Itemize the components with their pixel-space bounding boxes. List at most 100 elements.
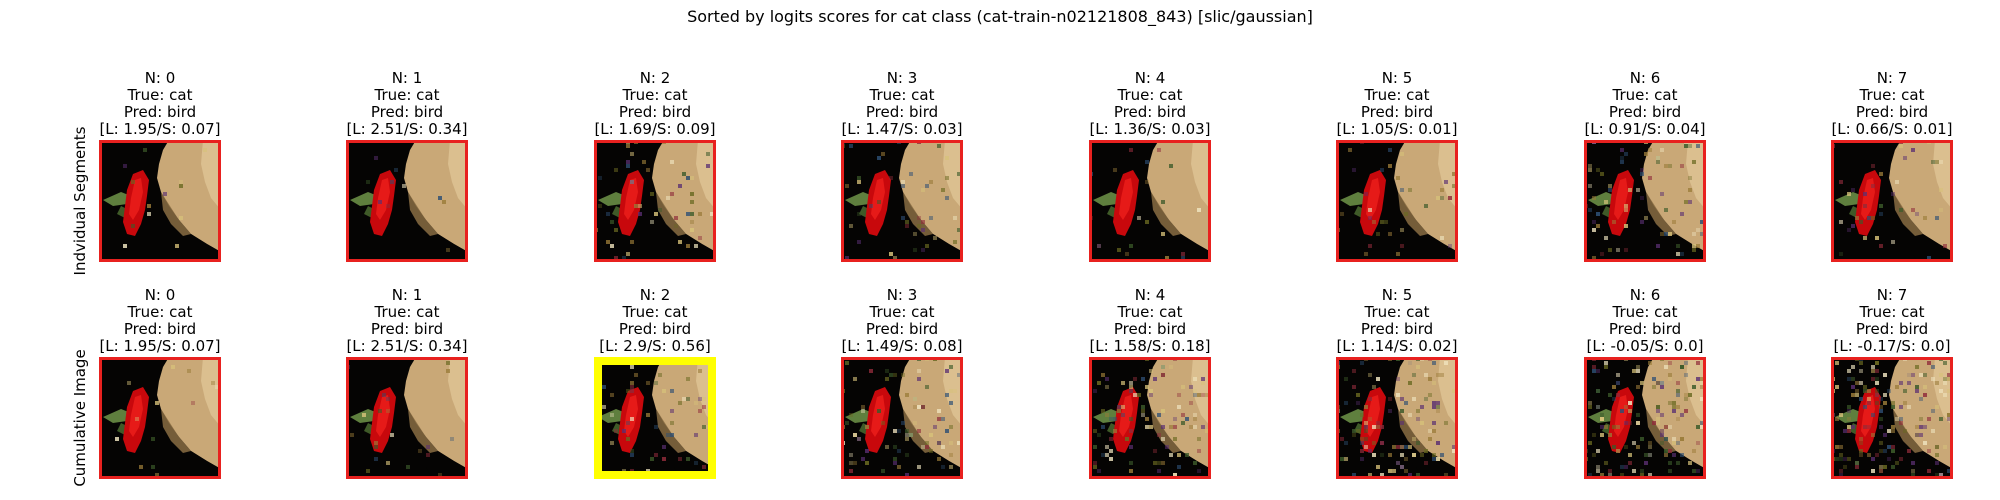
segment-thumbnail xyxy=(1089,357,1211,479)
panel-true-label: True: cat xyxy=(1611,86,1677,104)
panel-pred-label: Pred: bird xyxy=(124,103,196,121)
segment-thumbnail xyxy=(594,140,716,262)
panel-true-label: True: cat xyxy=(1116,86,1182,104)
row-label-individual-segments: Indvidual Segments xyxy=(71,126,89,275)
image-panel: N: 2True: catPred: bird[L: 2.9/S: 0.56] xyxy=(594,286,716,479)
panel-scores-label: [L: -0.05/S: 0.0] xyxy=(1587,337,1704,355)
panel-scores-label: [L: 1.05/S: 0.01] xyxy=(1336,120,1457,138)
panel-pred-label: Pred: bird xyxy=(1856,320,1928,338)
panel-index-label: N: 7 xyxy=(1877,286,1908,304)
panel-true-label: True: cat xyxy=(1858,303,1924,321)
panel-true-label: True: cat xyxy=(621,86,687,104)
segment-thumbnail xyxy=(1584,357,1706,479)
panel-index-label: N: 6 xyxy=(1630,286,1661,304)
panel-index-label: N: 1 xyxy=(392,286,423,304)
image-panel: N: 5True: catPred: bird[L: 1.14/S: 0.02] xyxy=(1336,286,1458,479)
panel-index-label: N: 5 xyxy=(1382,286,1413,304)
panel-pred-label: Pred: bird xyxy=(1361,320,1433,338)
panel-true-label: True: cat xyxy=(1116,303,1182,321)
panel-pred-label: Pred: bird xyxy=(124,320,196,338)
image-panel: N: 4True: catPred: bird[L: 1.58/S: 0.18] xyxy=(1089,286,1211,479)
panel-pred-label: Pred: bird xyxy=(1114,103,1186,121)
panel-index-label: N: 4 xyxy=(1135,286,1166,304)
panel-scores-label: [L: 1.47/S: 0.03] xyxy=(841,120,962,138)
panel-pred-label: Pred: bird xyxy=(1114,320,1186,338)
segment-thumbnail xyxy=(99,357,221,479)
panel-index-label: N: 1 xyxy=(392,69,423,87)
chart-title: Sorted by logits scores for cat class (c… xyxy=(687,7,1313,27)
image-panel: N: 6True: catPred: bird[L: -0.05/S: 0.0] xyxy=(1584,286,1706,479)
panel-true-label: True: cat xyxy=(373,86,439,104)
chart-figure: Sorted by logits scores for cat class (c… xyxy=(71,7,1953,487)
panel-pred-label: Pred: bird xyxy=(1609,103,1681,121)
panel-scores-label: [L: 1.95/S: 0.07] xyxy=(99,120,220,138)
panel-scores-label: [L: 0.91/S: 0.04] xyxy=(1584,120,1705,138)
segment-thumbnail xyxy=(594,357,716,479)
panel-true-label: True: cat xyxy=(868,303,934,321)
panel-pred-label: Pred: bird xyxy=(619,103,691,121)
panel-scores-label: [L: 2.51/S: 0.34] xyxy=(346,120,467,138)
image-panel: N: 2True: catPred: bird[L: 1.69/S: 0.09] xyxy=(594,69,716,262)
segment-thumbnail xyxy=(1336,357,1458,479)
panel-pred-label: Pred: bird xyxy=(1856,103,1928,121)
panel-scores-label: [L: 1.58/S: 0.18] xyxy=(1089,337,1210,355)
image-panel: N: 0True: catPred: bird[L: 1.95/S: 0.07] xyxy=(99,69,221,262)
panel-pred-label: Pred: bird xyxy=(866,103,938,121)
image-panel: N: 3True: catPred: bird[L: 1.49/S: 0.08] xyxy=(841,286,963,479)
panel-index-label: N: 0 xyxy=(145,69,176,87)
panel-true-label: True: cat xyxy=(126,303,192,321)
panel-scores-label: [L: 1.69/S: 0.09] xyxy=(594,120,715,138)
image-panel: N: 1True: catPred: bird[L: 2.51/S: 0.34] xyxy=(346,69,468,262)
panel-scores-label: [L: 1.49/S: 0.08] xyxy=(841,337,962,355)
segment-thumbnail xyxy=(99,140,221,262)
panel-pred-label: Pred: bird xyxy=(866,320,938,338)
panel-index-label: N: 2 xyxy=(640,69,671,87)
panel-scores-label: [L: 2.9/S: 0.56] xyxy=(599,337,711,355)
image-panel: N: 1True: catPred: bird[L: 2.51/S: 0.34] xyxy=(346,286,468,479)
image-panel: N: 5True: catPred: bird[L: 1.05/S: 0.01] xyxy=(1336,69,1458,262)
segment-thumbnail xyxy=(1831,140,1953,262)
panel-true-label: True: cat xyxy=(1611,303,1677,321)
panel-scores-label: [L: 1.95/S: 0.07] xyxy=(99,337,220,355)
panel-index-label: N: 2 xyxy=(640,286,671,304)
panel-true-label: True: cat xyxy=(126,86,192,104)
image-grid: Indvidual SegmentsN: 0True: catPred: bir… xyxy=(71,69,1953,487)
panel-scores-label: [L: -0.17/S: 0.0] xyxy=(1834,337,1951,355)
panel-true-label: True: cat xyxy=(1858,86,1924,104)
segment-thumbnail xyxy=(1336,140,1458,262)
segment-thumbnail xyxy=(346,357,468,479)
panel-true-label: True: cat xyxy=(868,86,934,104)
image-panel: N: 6True: catPred: bird[L: 0.91/S: 0.04] xyxy=(1584,69,1706,262)
panel-scores-label: [L: 2.51/S: 0.34] xyxy=(346,337,467,355)
panel-index-label: N: 3 xyxy=(887,286,918,304)
segment-thumbnail xyxy=(841,140,963,262)
panel-scores-label: [L: 1.14/S: 0.02] xyxy=(1336,337,1457,355)
panel-index-label: N: 3 xyxy=(887,69,918,87)
image-panel: N: 4True: catPred: bird[L: 1.36/S: 0.03] xyxy=(1089,69,1211,262)
image-panel: N: 7True: catPred: bird[L: 0.66/S: 0.01] xyxy=(1831,69,1953,262)
panel-pred-label: Pred: bird xyxy=(371,103,443,121)
panel-true-label: True: cat xyxy=(1363,303,1429,321)
panel-scores-label: [L: 0.66/S: 0.01] xyxy=(1831,120,1952,138)
segment-thumbnail xyxy=(1831,357,1953,479)
segment-thumbnail xyxy=(1089,140,1211,262)
image-panel: N: 7True: catPred: bird[L: -0.17/S: 0.0] xyxy=(1831,286,1953,479)
panel-true-label: True: cat xyxy=(621,303,687,321)
panel-index-label: N: 5 xyxy=(1382,69,1413,87)
panel-true-label: True: cat xyxy=(1363,86,1429,104)
panel-pred-label: Pred: bird xyxy=(1609,320,1681,338)
panel-index-label: N: 4 xyxy=(1135,69,1166,87)
panel-pred-label: Pred: bird xyxy=(371,320,443,338)
panel-index-label: N: 6 xyxy=(1630,69,1661,87)
panel-scores-label: [L: 1.36/S: 0.03] xyxy=(1089,120,1210,138)
panel-pred-label: Pred: bird xyxy=(619,320,691,338)
panel-index-label: N: 0 xyxy=(145,286,176,304)
segment-thumbnail xyxy=(346,140,468,262)
panel-true-label: True: cat xyxy=(373,303,439,321)
row-label-cumulative-image: Cumulative Image xyxy=(71,349,89,486)
panel-index-label: N: 7 xyxy=(1877,69,1908,87)
panel-pred-label: Pred: bird xyxy=(1361,103,1433,121)
image-panel: N: 0True: catPred: bird[L: 1.95/S: 0.07] xyxy=(99,286,221,479)
image-panel: N: 3True: catPred: bird[L: 1.47/S: 0.03] xyxy=(841,69,963,262)
segment-thumbnail xyxy=(1584,140,1706,262)
